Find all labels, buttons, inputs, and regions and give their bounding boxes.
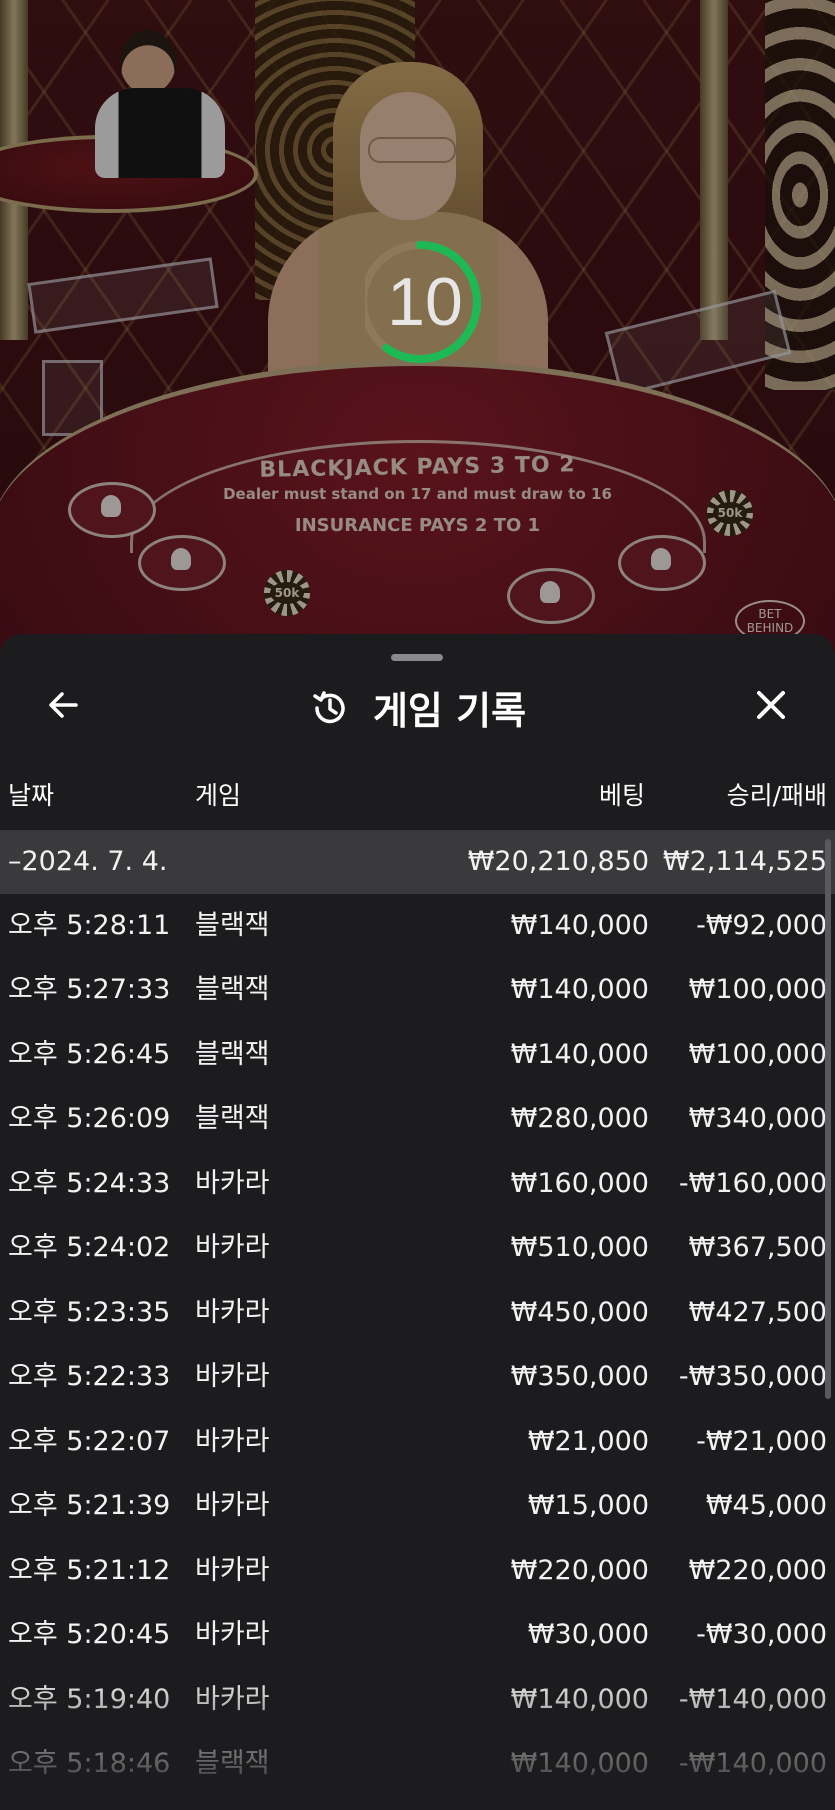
row-game: 바카라 [195, 1168, 270, 1199]
row-time: 오후 5:20:45 [8, 1619, 171, 1650]
row-bet: ₩160,000 [510, 1168, 649, 1199]
row-result: ₩100,000 [688, 974, 827, 1005]
row-bet: ₩450,000 [510, 1297, 649, 1328]
row-result: ₩45,000 [705, 1490, 827, 1521]
row-result: -₩160,000 [678, 1168, 827, 1199]
row-game: 바카라 [195, 1297, 270, 1328]
close-icon [757, 691, 785, 719]
row-time: 오후 5:23:35 [8, 1297, 171, 1328]
row-result: -₩30,000 [696, 1619, 827, 1650]
column-header-game: 게임 [195, 781, 242, 810]
row-bet: ₩15,000 [527, 1490, 649, 1521]
history-row[interactable]: 오후 5:26:45 블랙잭 ₩140,000 ₩100,000 [0, 1023, 835, 1087]
row-game: 바카라 [195, 1619, 270, 1650]
row-bet: ₩140,000 [510, 1039, 649, 1070]
row-bet: ₩140,000 [510, 1748, 649, 1779]
row-game: 바카라 [195, 1361, 270, 1392]
column-header-result: 승리/패배 [726, 781, 827, 810]
row-time: 오후 5:26:09 [8, 1103, 171, 1134]
row-game: 바카라 [195, 1426, 270, 1457]
row-time: 오후 5:18:46 [8, 1748, 171, 1779]
row-result: ₩220,000 [688, 1555, 827, 1586]
row-result: -₩140,000 [678, 1684, 827, 1715]
date-group-result-total: ₩2,114,525 [662, 846, 827, 877]
row-result: -₩21,000 [696, 1426, 827, 1457]
timer-value: 10 [387, 264, 463, 340]
row-result: ₩367,500 [688, 1232, 827, 1263]
row-time: 오후 5:21:12 [8, 1555, 171, 1586]
row-time: 오후 5:21:39 [8, 1490, 171, 1521]
row-time: 오후 5:22:07 [8, 1426, 171, 1457]
row-result: ₩427,500 [688, 1297, 827, 1328]
history-row[interactable]: 오후 5:19:40 바카라 ₩140,000 -₩140,000 [0, 1668, 835, 1732]
row-bet: ₩220,000 [510, 1555, 649, 1586]
row-game: 블랙잭 [195, 1039, 270, 1070]
row-bet: ₩140,000 [510, 1684, 649, 1715]
history-clock-icon [313, 690, 345, 723]
date-group-bet-total: ₩20,210,850 [467, 846, 649, 877]
row-game: 바카라 [195, 1555, 270, 1586]
history-row[interactable]: 오후 5:22:33 바카라 ₩350,000 -₩350,000 [0, 1345, 835, 1409]
history-row[interactable]: 오후 5:28:11 블랙잭 ₩140,000 -₩92,000 [0, 894, 835, 958]
history-row[interactable]: 오후 5:22:07 바카라 ₩21,000 -₩21,000 [0, 1410, 835, 1474]
row-bet: ₩280,000 [510, 1103, 649, 1134]
row-game: 블랙잭 [195, 974, 270, 1005]
row-game: 블랙잭 [195, 1748, 270, 1779]
row-bet: ₩140,000 [510, 910, 649, 941]
row-bet: ₩21,000 [527, 1426, 649, 1457]
row-time: 오후 5:19:40 [8, 1684, 171, 1715]
sheet-header: 게임 기록 [0, 680, 835, 733]
row-time: 오후 5:24:33 [8, 1168, 171, 1199]
history-row[interactable]: 오후 5:21:12 바카라 ₩220,000 ₩220,000 [0, 1539, 835, 1603]
scrollbar[interactable] [825, 839, 831, 1399]
row-bet: ₩140,000 [510, 974, 649, 1005]
row-bet: ₩30,000 [527, 1619, 649, 1650]
sheet-title: 게임 기록 [372, 689, 527, 733]
row-game: 바카라 [195, 1232, 270, 1263]
row-game: 블랙잭 [195, 1103, 270, 1134]
date-group-row[interactable]: –2024. 7. 4. ₩20,210,850 ₩2,114,525 [0, 830, 835, 894]
history-row[interactable]: 오후 5:23:35 바카라 ₩450,000 ₩427,500 [0, 1281, 835, 1345]
row-result: ₩100,000 [688, 1039, 827, 1070]
history-row[interactable]: 오후 5:18:46 블랙잭 ₩140,000 -₩140,000 [0, 1732, 835, 1796]
row-time: 오후 5:27:33 [8, 974, 171, 1005]
row-result: -₩92,000 [696, 910, 827, 941]
history-row[interactable]: 오후 5:24:02 바카라 ₩510,000 ₩367,500 [0, 1216, 835, 1280]
row-time: 오후 5:26:45 [8, 1039, 171, 1070]
row-game: 블랙잭 [195, 910, 270, 941]
row-game: 바카라 [195, 1684, 270, 1715]
row-bet: ₩350,000 [510, 1361, 649, 1392]
row-time: 오후 5:24:02 [8, 1232, 171, 1263]
history-row[interactable]: 오후 5:20:45 바카라 ₩30,000 -₩30,000 [0, 1603, 835, 1667]
column-header-date: 날짜 [8, 781, 55, 810]
history-row[interactable]: 오후 5:26:09 블랙잭 ₩280,000 ₩340,000 [0, 1087, 835, 1151]
history-row[interactable]: 오후 5:24:33 바카라 ₩160,000 -₩160,000 [0, 1152, 835, 1216]
row-time: 오후 5:22:33 [8, 1361, 171, 1392]
column-header-bet: 베팅 [598, 781, 645, 810]
row-result: ₩340,000 [688, 1103, 827, 1134]
countdown-timer: 10 [365, 235, 485, 375]
history-row[interactable]: 오후 5:21:39 바카라 ₩15,000 ₩45,000 [0, 1474, 835, 1538]
row-bet: ₩510,000 [510, 1232, 649, 1263]
close-button[interactable] [746, 680, 796, 730]
date-group-label: –2024. 7. 4. [8, 846, 168, 877]
row-time: 오후 5:28:11 [8, 910, 171, 941]
row-game: 바카라 [195, 1490, 270, 1521]
game-history-sheet: 게임 기록 날짜 게임 베팅 승리/패배 –2024. 7. 4. ₩20,21… [0, 634, 835, 1810]
row-result: -₩140,000 [678, 1748, 827, 1779]
row-result: -₩350,000 [678, 1361, 827, 1392]
history-row[interactable]: 오후 5:27:33 블랙잭 ₩140,000 ₩100,000 [0, 958, 835, 1022]
drag-handle[interactable] [391, 654, 443, 661]
